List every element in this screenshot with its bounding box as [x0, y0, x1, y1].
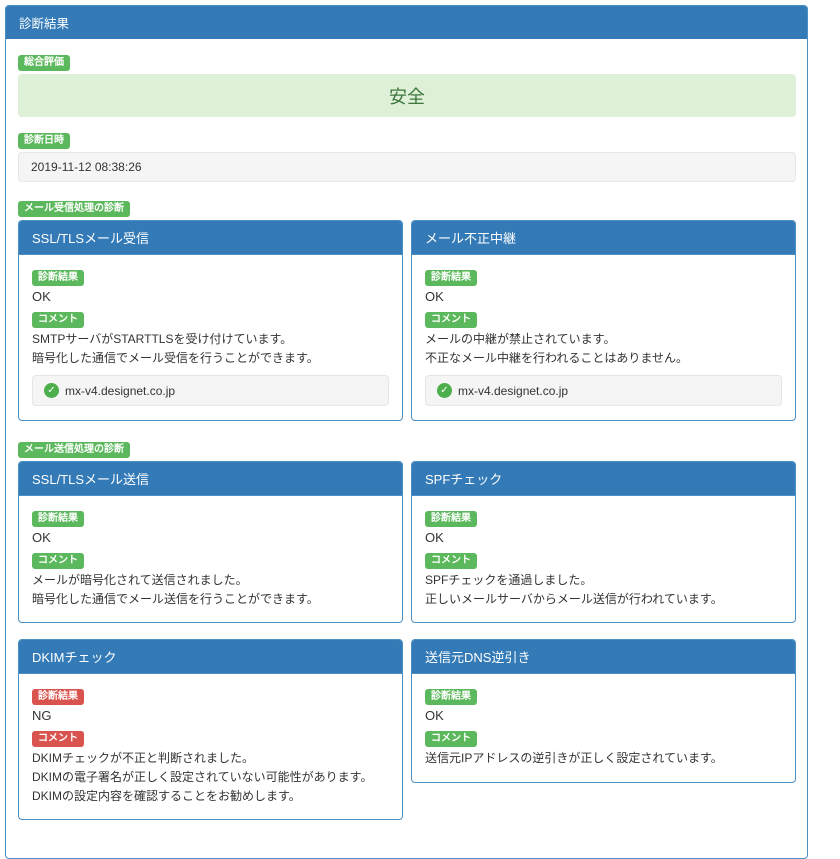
result-badge: 診断結果	[32, 511, 84, 527]
comment-line: 送信元IPアドレスの逆引きが正しく設定されています。	[425, 749, 782, 768]
comment-badge: コメント	[425, 553, 477, 569]
card-title: SPFチェック	[412, 462, 795, 496]
comment-line: DKIMの電子署名が正しく設定されていない可能性があります。	[32, 768, 389, 787]
server-name: mx-v4.designet.co.jp	[65, 384, 175, 398]
result-badge: 診断結果	[32, 689, 84, 705]
card-ssl-tls-receive: SSL/TLSメール受信 診断結果 OK コメント SMTPサーバがSTARTT…	[18, 220, 403, 421]
comment-line: 不正なメール中継を行われることはありません。	[425, 349, 782, 368]
comment-line: メールの中継が禁止されています。	[425, 330, 782, 349]
receive-card-grid: SSL/TLSメール受信 診断結果 OK コメント SMTPサーバがSTARTT…	[18, 220, 796, 421]
overall-evaluation-block: 総合評価 安全	[18, 52, 796, 117]
overall-evaluation-value: 安全	[18, 74, 796, 117]
card-ssl-tls-send: SSL/TLSメール送信 診断結果 OK コメント メールが暗号化されて送信され…	[18, 461, 403, 623]
card-mail-relay: メール不正中継 診断結果 OK コメント メールの中継が禁止されています。 不正…	[411, 220, 796, 421]
section-badge-send: メール送信処理の診断	[18, 442, 130, 458]
result-badge: 診断結果	[425, 689, 477, 705]
comment-badge: コメント	[425, 312, 477, 328]
overall-evaluation-badge: 総合評価	[18, 55, 70, 71]
result-value: OK	[425, 289, 782, 304]
card-title: SSL/TLSメール送信	[19, 462, 402, 496]
panel-body: 総合評価 安全 診断日時 2019-11-12 08:38:26 メール受信処理…	[6, 39, 807, 858]
result-value: NG	[32, 708, 389, 723]
result-badge: 診断結果	[425, 511, 477, 527]
comment-line: SPFチェックを通過しました。	[425, 571, 782, 590]
section-badge-receive: メール受信処理の診断	[18, 201, 130, 217]
card-title: DKIMチェック	[19, 640, 402, 674]
comment-line: 正しいメールサーバからメール送信が行われています。	[425, 590, 782, 609]
comment-line: 暗号化した通信でメール受信を行うことができます。	[32, 349, 389, 368]
comment-badge: コメント	[425, 731, 477, 747]
result-value: OK	[32, 289, 389, 304]
server-name: mx-v4.designet.co.jp	[458, 384, 568, 398]
card-dkim-check: DKIMチェック 診断結果 NG コメント DKIMチェックが不正と判断されまし…	[18, 639, 403, 820]
comment-line: DKIMチェックが不正と判断されました。	[32, 749, 389, 768]
panel-title: 診断結果	[19, 17, 69, 31]
card-spf-check: SPFチェック 診断結果 OK コメント SPFチェックを通過しました。 正しい…	[411, 461, 796, 623]
check-circle-icon: ✓	[437, 383, 452, 398]
result-value: OK	[425, 530, 782, 545]
comment-badge: コメント	[32, 731, 84, 747]
diagnosis-datetime-value: 2019-11-12 08:38:26	[18, 152, 796, 182]
card-title: SSL/TLSメール受信	[19, 221, 402, 255]
comment-line: 暗号化した通信でメール送信を行うことができます。	[32, 590, 389, 609]
result-value: OK	[32, 530, 389, 545]
server-well: ✓ mx-v4.designet.co.jp	[32, 375, 389, 406]
result-badge: 診断結果	[32, 270, 84, 286]
diagnosis-datetime-badge: 診断日時	[18, 133, 70, 149]
result-value: OK	[425, 708, 782, 723]
result-badge: 診断結果	[425, 270, 477, 286]
server-well: ✓ mx-v4.designet.co.jp	[425, 375, 782, 406]
comment-line: DKIMの設定内容を確認することをお勧めします。	[32, 787, 389, 806]
comment-badge: コメント	[32, 312, 84, 328]
comment-line: SMTPサーバがSTARTTLSを受け付けています。	[32, 330, 389, 349]
card-reverse-dns: 送信元DNS逆引き 診断結果 OK コメント 送信元IPアドレスの逆引きが正しく…	[411, 639, 796, 783]
comment-line: メールが暗号化されて送信されました。	[32, 571, 389, 590]
comment-badge: コメント	[32, 553, 84, 569]
diagnosis-datetime-block: 診断日時 2019-11-12 08:38:26	[18, 130, 796, 182]
panel-header: 診断結果	[6, 6, 807, 39]
card-title: 送信元DNS逆引き	[412, 640, 795, 674]
diagnosis-result-panel: 診断結果 総合評価 安全 診断日時 2019-11-12 08:38:26 メー…	[5, 5, 808, 859]
check-circle-icon: ✓	[44, 383, 59, 398]
card-title: メール不正中継	[412, 221, 795, 255]
send-card-grid: SSL/TLSメール送信 診断結果 OK コメント メールが暗号化されて送信され…	[18, 461, 796, 820]
